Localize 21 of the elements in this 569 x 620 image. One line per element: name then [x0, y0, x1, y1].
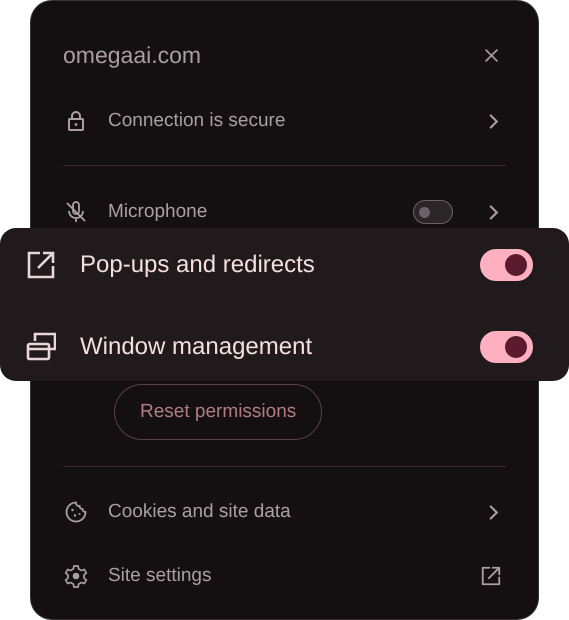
chevron-icon[interactable] [487, 502, 499, 522]
site-settings-link[interactable]: Site settings [108, 565, 480, 587]
permission-label: Pop-ups and redirects [80, 251, 316, 279]
site-title: omegaai.com [63, 42, 202, 68]
close-icon[interactable] [483, 46, 500, 64]
connection-link[interactable]: Connection is secure [108, 110, 471, 132]
windows-icon [26, 332, 56, 362]
settings-icon [64, 564, 88, 588]
chevron-icon[interactable] [487, 202, 499, 222]
external-link-icon [26, 250, 56, 280]
permission-label: Window management [80, 333, 314, 361]
cookie-icon [64, 500, 88, 524]
microphone-toggle[interactable] [413, 200, 453, 224]
external-link-icon[interactable] [480, 565, 502, 587]
permission-toggle[interactable] [480, 249, 533, 281]
microphone-label: Microphone [108, 201, 208, 223]
microphone-muted-icon [64, 200, 88, 224]
chevron-icon[interactable] [487, 112, 499, 130]
reset-permissions-button[interactable]: Reset permissions [114, 384, 322, 440]
cookies-link[interactable]: Cookies and site data [108, 501, 471, 523]
permission-toggle[interactable] [480, 331, 533, 363]
